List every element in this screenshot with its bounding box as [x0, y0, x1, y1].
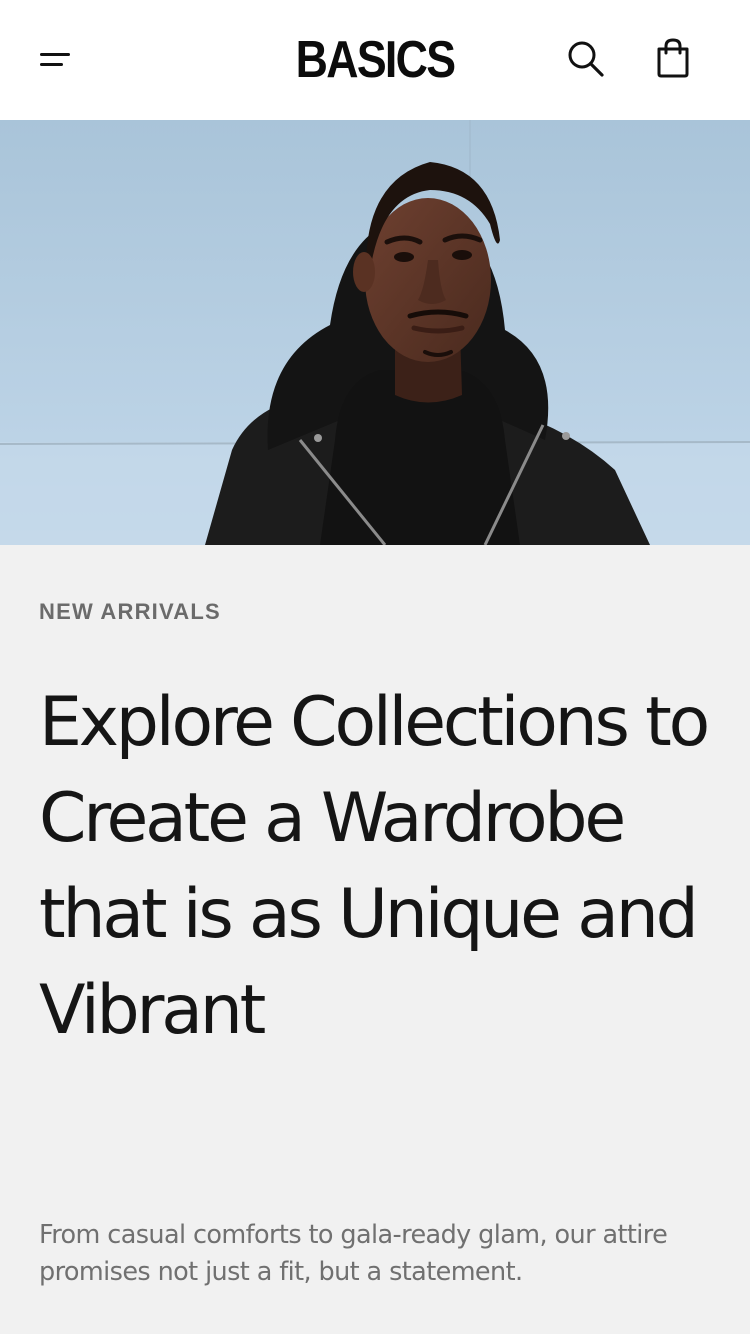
section-eyebrow: NEW ARRIVALS: [39, 599, 221, 624]
hero-image: [0, 120, 750, 545]
page: BASICS NEW ARRIVALS Explore Collections …: [0, 0, 750, 1334]
search-button[interactable]: [563, 36, 607, 80]
page-headline: Explore Collections to Create a Wardrobe…: [39, 683, 710, 1050]
cart-button[interactable]: [651, 36, 695, 80]
site-header: BASICS: [0, 0, 750, 120]
hero-text-section: NEW ARRIVALS Explore Collections to Crea…: [0, 545, 750, 1334]
shopping-bag-icon: [657, 38, 689, 78]
hero-photo-illustration: [0, 120, 750, 545]
page-subtext: From casual comforts to gala-ready glam,…: [39, 1220, 668, 1287]
search-icon: [568, 41, 604, 77]
